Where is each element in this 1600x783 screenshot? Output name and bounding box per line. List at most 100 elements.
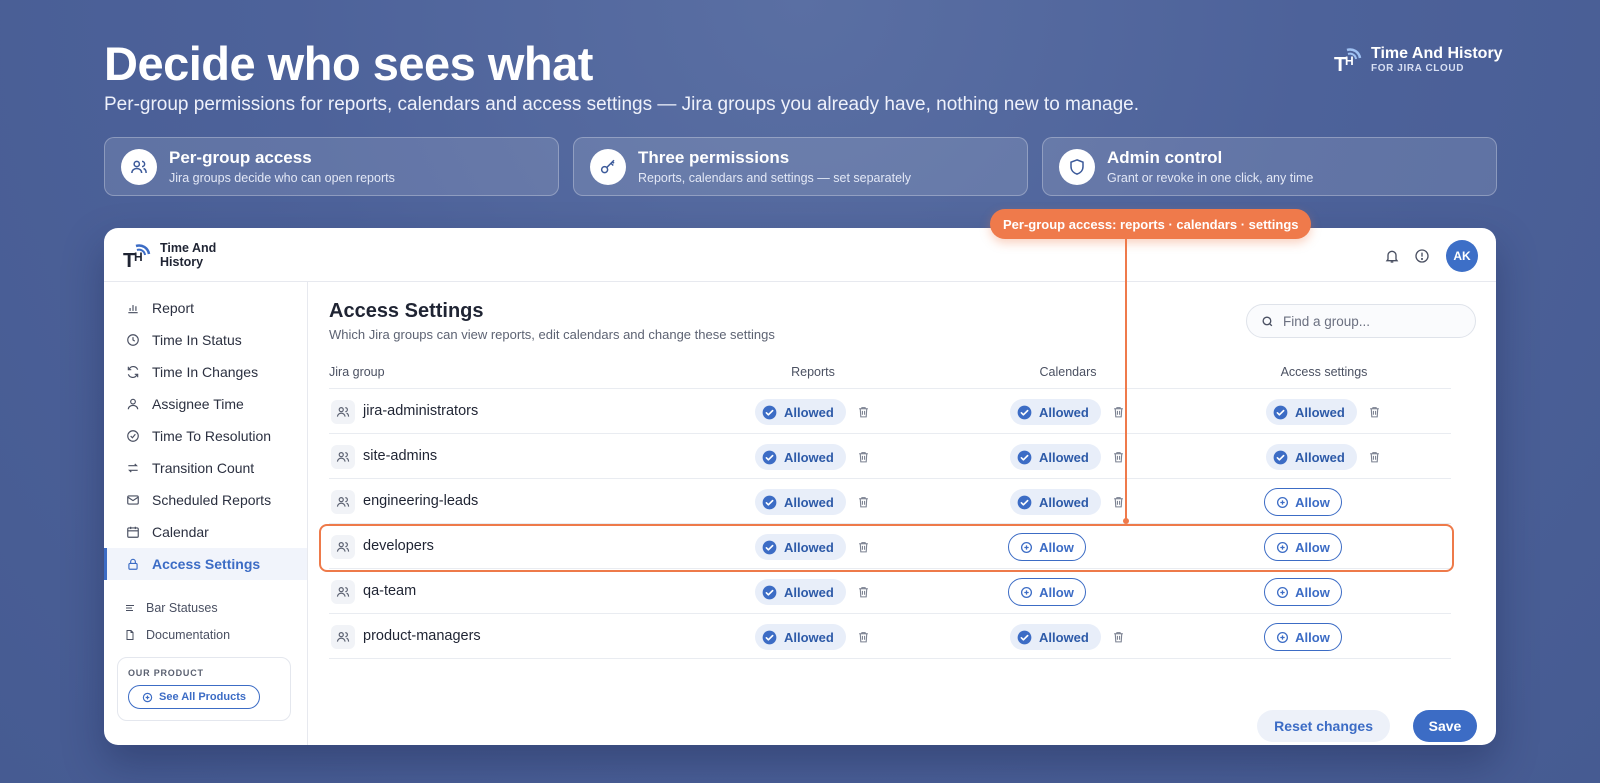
app-logo-icon: T H <box>123 244 151 270</box>
lines-icon <box>126 605 134 611</box>
reports-cell: Allowed <box>755 578 872 606</box>
sidebar-item-assignee-time[interactable]: Assignee Time <box>104 388 307 420</box>
group-icon <box>331 490 355 514</box>
sidebar-item-scheduled-reports[interactable]: Scheduled Reports <box>104 484 307 516</box>
sidebar-item-label: Access Settings <box>152 556 261 572</box>
sidebar-item-calendar[interactable]: Calendar <box>104 516 307 548</box>
allow-button[interactable]: Allow <box>1264 578 1342 606</box>
allowed-label: Allowed <box>784 539 834 555</box>
allow-button[interactable]: Allow <box>1264 623 1342 651</box>
group-name: jira-administrators <box>363 403 479 419</box>
page-title: Access Settings <box>329 300 484 322</box>
search-input[interactable] <box>1283 313 1453 329</box>
plus-circle-icon <box>1276 631 1289 644</box>
column-header-reports: Reports <box>791 365 835 379</box>
trash-icon[interactable] <box>856 404 872 420</box>
sidebar-item-transition-count[interactable]: Transition Count <box>104 452 307 484</box>
check-circle-icon <box>1017 495 1032 510</box>
check-circle-icon <box>762 450 777 465</box>
save-button[interactable]: Save <box>1413 710 1477 742</box>
sidebar-item-label: Report <box>152 300 195 316</box>
check-circle-icon <box>1017 450 1032 465</box>
access-cell: Allowed <box>1266 398 1383 426</box>
sidebar-item-time-in-changes[interactable]: Time In Changes <box>104 356 307 388</box>
group-name: developers <box>363 538 434 554</box>
access-cell: Allow <box>1264 488 1342 516</box>
allowed-badge: Allowed <box>1010 624 1101 650</box>
topbar-actions: AK <box>1382 240 1478 272</box>
bell-icon[interactable] <box>1382 246 1402 266</box>
app-brand-line2: History <box>160 255 204 269</box>
reports-cell: Allowed <box>755 488 872 516</box>
sidebar-item-documentation[interactable]: Documentation <box>104 624 230 646</box>
table-row: qa-team Allowed Allow Allow <box>329 568 1451 614</box>
allowed-label: Allowed <box>1295 449 1345 465</box>
allow-button[interactable]: Allow <box>1008 533 1086 561</box>
callout-connector <box>1125 238 1127 521</box>
users-icon <box>121 148 157 185</box>
allow-button[interactable]: Allow <box>1264 488 1342 516</box>
app-brand[interactable]: T H Time And History <box>122 240 216 270</box>
search-box <box>1246 304 1476 338</box>
info-icon[interactable] <box>1412 246 1432 266</box>
brand-tagline: FOR JIRA CLOUD <box>1371 62 1465 74</box>
sidebar-item-label: Time In Changes <box>152 364 259 380</box>
see-all-products-button[interactable]: See All Products <box>128 685 260 709</box>
trash-icon[interactable] <box>856 539 872 555</box>
feature-title: Admin control <box>1107 148 1223 167</box>
trash-icon[interactable] <box>856 494 872 510</box>
mail-icon <box>127 495 139 505</box>
allowed-label: Allowed <box>1295 404 1345 420</box>
see-all-products-label: See All Products <box>158 691 246 703</box>
sidebar-item-time-to-resolution[interactable]: Time To Resolution <box>104 420 307 452</box>
lock-icon <box>128 558 138 570</box>
trash-icon[interactable] <box>856 584 872 600</box>
calendars-cell: Allow <box>1008 578 1086 606</box>
reports-cell: Allowed <box>755 398 872 426</box>
main-content: Access Settings Which Jira groups can vi… <box>308 282 1496 745</box>
reports-cell: Allowed <box>755 533 872 561</box>
document-icon <box>126 630 134 640</box>
allowed-label: Allowed <box>1039 449 1089 465</box>
plus-circle-icon <box>142 692 153 702</box>
brand-logo-icon: T H <box>1333 44 1362 76</box>
refresh-icon <box>127 366 139 378</box>
sidebar-item-report[interactable]: Report <box>104 292 307 324</box>
trash-icon[interactable] <box>1367 404 1383 420</box>
trash-icon[interactable] <box>856 629 872 645</box>
allow-label: Allow <box>1295 584 1330 600</box>
calendars-cell: Allowed <box>1010 488 1127 516</box>
product-box: OUR PRODUCT See All Products <box>117 657 291 721</box>
access-cell: Allow <box>1264 533 1342 561</box>
sidebar-item-access-settings[interactable]: Access Settings <box>104 548 307 580</box>
allowed-label: Allowed <box>1039 404 1089 420</box>
group-icon <box>331 535 355 559</box>
hero-title: Decide who sees what <box>104 37 593 90</box>
app-brand-line1: Time And <box>160 241 217 255</box>
sidebar-sub-label: Documentation <box>146 628 231 642</box>
plus-circle-icon <box>1276 586 1289 599</box>
feature-title: Three permissions <box>638 148 790 167</box>
allow-button[interactable]: Allow <box>1008 578 1086 606</box>
reset-changes-button[interactable]: Reset changes <box>1257 710 1390 742</box>
allowed-badge: Allowed <box>1010 399 1101 425</box>
trash-icon[interactable] <box>1367 449 1383 465</box>
sidebar-item-time-in-status[interactable]: Time In Status <box>104 324 307 356</box>
trash-icon[interactable] <box>856 449 872 465</box>
access-cell: Allowed <box>1266 443 1383 471</box>
allow-button[interactable]: Allow <box>1264 533 1342 561</box>
product-label: OUR PRODUCT <box>128 668 204 678</box>
key-icon <box>590 148 626 185</box>
feature-desc: Grant or revoke in one click, any time <box>1107 171 1314 185</box>
group-name: qa-team <box>363 583 417 599</box>
brand-name: Time And History <box>1371 44 1503 62</box>
trash-icon[interactable] <box>1111 629 1127 645</box>
allowed-badge: Allowed <box>1010 444 1101 470</box>
allow-label: Allow <box>1039 584 1074 600</box>
avatar[interactable]: AK <box>1446 240 1478 272</box>
plus-circle-icon <box>1276 496 1289 509</box>
check-circle-icon <box>762 540 777 555</box>
sidebar-item-bar-statuses[interactable]: Bar Statuses <box>104 597 218 619</box>
reports-cell: Allowed <box>755 623 872 651</box>
column-header-access: Access settings <box>1280 365 1368 379</box>
